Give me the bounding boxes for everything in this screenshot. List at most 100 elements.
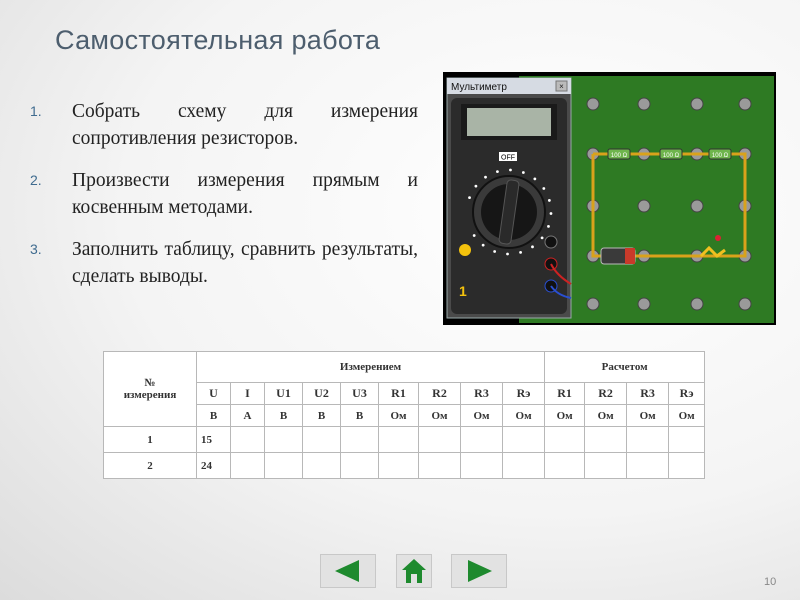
previous-slide-button[interactable] bbox=[320, 554, 376, 588]
multimeter-circuit-image: 100 Ω 100 Ω 100 Ω Мультиметр × OFF 1 bbox=[443, 72, 776, 325]
quantity-header: R1 bbox=[378, 382, 419, 405]
quantity-header: U1 bbox=[264, 382, 303, 405]
empty-cell[interactable] bbox=[230, 452, 265, 479]
unit-header: Ом bbox=[501, 404, 546, 427]
empty-cell[interactable] bbox=[501, 452, 546, 479]
empty-cell[interactable] bbox=[544, 452, 586, 479]
board-pin bbox=[738, 297, 752, 311]
task-item: 2. Произвести измерения прямым и косвенн… bbox=[30, 167, 418, 221]
empty-cell[interactable] bbox=[378, 426, 419, 453]
header-measured-group: Измерением bbox=[195, 351, 546, 383]
next-slide-button[interactable] bbox=[451, 554, 507, 588]
battery-indicator-icon bbox=[459, 244, 471, 256]
dial-tick bbox=[519, 250, 522, 254]
unit-header: В bbox=[302, 404, 341, 427]
empty-cell[interactable] bbox=[544, 426, 586, 453]
empty-cell[interactable] bbox=[626, 426, 670, 453]
page-number: 10 bbox=[764, 576, 777, 588]
empty-cell[interactable] bbox=[230, 426, 265, 453]
unit-header: Ом bbox=[418, 404, 461, 427]
dial-tick bbox=[472, 234, 476, 237]
task-item: 1. Собрать схему для измерения сопротивл… bbox=[30, 98, 418, 152]
empty-cell[interactable] bbox=[302, 426, 341, 453]
empty-cell[interactable] bbox=[378, 452, 419, 479]
empty-cell[interactable] bbox=[668, 452, 706, 479]
empty-cell[interactable] bbox=[418, 452, 461, 479]
unit-header: Ом bbox=[460, 404, 503, 427]
indicator-light bbox=[715, 235, 721, 241]
unit-header: В bbox=[340, 404, 379, 427]
board-pin bbox=[586, 297, 600, 311]
task-list: 1. Собрать схему для измерения сопротивл… bbox=[30, 98, 418, 305]
dial-tick bbox=[484, 175, 487, 179]
empty-cell[interactable] bbox=[668, 426, 706, 453]
row-number: 2 bbox=[103, 452, 197, 479]
cell-u-value[interactable]: 15 bbox=[196, 426, 231, 453]
table-row: 2 24 bbox=[103, 452, 706, 479]
dial-tick bbox=[496, 170, 499, 174]
slide-title: Самостоятельная работа bbox=[55, 25, 381, 55]
empty-cell[interactable] bbox=[264, 452, 303, 479]
quantity-header: U bbox=[196, 382, 231, 405]
resistor-label: 100 Ω bbox=[611, 153, 628, 159]
dial-tick bbox=[468, 196, 471, 200]
home-icon bbox=[402, 559, 426, 583]
header-measurement-number: № измерения bbox=[103, 351, 197, 427]
board-pin bbox=[637, 199, 651, 213]
unit-header: Ом bbox=[584, 404, 628, 427]
arrow-right-icon bbox=[468, 560, 492, 582]
circuit-illustration: 100 Ω 100 Ω 100 Ω Мультиметр × OFF 1 bbox=[443, 72, 776, 325]
empty-cell[interactable] bbox=[264, 426, 303, 453]
unit-header: В bbox=[196, 404, 231, 427]
task-number: 3. bbox=[30, 241, 42, 257]
resistor-label: 100 Ω bbox=[663, 153, 680, 159]
board-pin bbox=[637, 297, 651, 311]
board-pin bbox=[637, 97, 651, 111]
empty-cell[interactable] bbox=[584, 452, 628, 479]
board-pin bbox=[738, 97, 752, 111]
quantity-header: Rэ bbox=[668, 382, 706, 405]
table-row: 1 15 bbox=[103, 426, 706, 453]
task-item: 3. Заполнить таблицу, сравнить результат… bbox=[30, 236, 418, 290]
dial-tick bbox=[493, 250, 497, 253]
multimeter-window[interactable]: Мультиметр × OFF 1 bbox=[446, 77, 572, 319]
quantity-header: R2 bbox=[418, 382, 461, 405]
empty-cell[interactable] bbox=[501, 426, 546, 453]
empty-cell[interactable] bbox=[302, 452, 341, 479]
quantity-header: Rэ bbox=[501, 382, 546, 405]
resistor-set: 100 Ω 100 Ω 100 Ω bbox=[607, 148, 732, 160]
close-icon: × bbox=[559, 82, 564, 91]
dial-tick bbox=[531, 245, 534, 249]
board-pin bbox=[690, 199, 704, 213]
empty-cell[interactable] bbox=[460, 426, 503, 453]
unit-header: Ом bbox=[544, 404, 586, 427]
dial-tick bbox=[533, 177, 537, 181]
home-button[interactable] bbox=[396, 554, 432, 588]
empty-cell[interactable] bbox=[418, 426, 461, 453]
task-text: Заполнить таблицу, сравнить результаты, … bbox=[72, 239, 418, 287]
row-number: 1 bbox=[103, 426, 197, 453]
unit-header: В bbox=[264, 404, 303, 427]
dial-tick bbox=[549, 212, 553, 215]
empty-cell[interactable] bbox=[584, 426, 628, 453]
quantity-header: R2 bbox=[584, 382, 628, 405]
multimeter-display bbox=[467, 108, 551, 136]
header-number-label: измерения bbox=[123, 389, 177, 401]
battery-pole bbox=[625, 248, 635, 264]
empty-cell[interactable] bbox=[340, 426, 379, 453]
dial-tick bbox=[547, 199, 551, 202]
quantity-header: U3 bbox=[340, 382, 379, 405]
quantity-header: R3 bbox=[626, 382, 670, 405]
terminal-jack[interactable] bbox=[544, 235, 558, 249]
unit-header: А bbox=[230, 404, 265, 427]
board-pin bbox=[690, 297, 704, 311]
empty-cell[interactable] bbox=[626, 452, 670, 479]
task-text: Произвести измерения прямым и косвенным … bbox=[72, 170, 418, 218]
cell-u-value[interactable]: 24 bbox=[196, 452, 231, 479]
empty-cell[interactable] bbox=[460, 452, 503, 479]
quantity-header: U2 bbox=[302, 382, 341, 405]
window-title: Мультиметр bbox=[451, 82, 507, 93]
dial-tick bbox=[542, 187, 546, 190]
empty-cell[interactable] bbox=[340, 452, 379, 479]
header-calculated-group: Расчетом bbox=[544, 351, 706, 383]
